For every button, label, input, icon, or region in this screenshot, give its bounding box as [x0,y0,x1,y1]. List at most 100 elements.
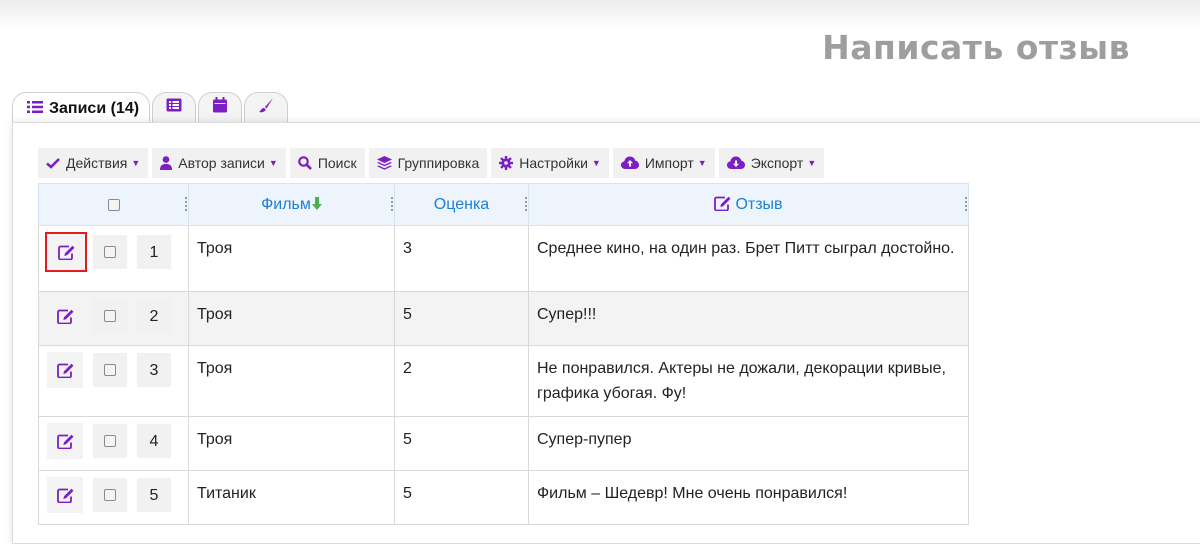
edit-row-button[interactable] [47,477,83,513]
check-icon [46,158,60,169]
table-row: 1 Троя 3 Среднее кино, на один раз. Брет… [38,225,969,292]
author-filter-button[interactable]: Автор записи ▼ [152,148,286,178]
cell-film: Троя [188,291,395,346]
cell-film: Троя [188,225,395,292]
page-title: Написать отзыв [822,28,1130,67]
row-checkbox[interactable] [104,246,116,258]
row-number: 2 [137,299,171,333]
import-button[interactable]: Импорт ▼ [612,148,715,178]
row-select-wrap [93,299,127,333]
records-table: Фильм Оценка Отзыв 1 Троя 3 Среднее кино… [38,183,969,525]
row-controls: 1 [38,225,189,292]
search-icon [298,156,312,170]
row-controls: 5 [38,470,189,525]
caret-down-icon: ▼ [591,158,601,168]
cloud-upload-icon [620,156,639,169]
row-number: 3 [137,353,171,387]
cell-film: Троя [188,416,395,471]
layers-icon [376,156,392,170]
export-label: Экспорт [750,155,804,171]
table-list-icon [166,98,182,117]
gear-icon [499,156,514,170]
cell-film: Титаник [188,470,395,525]
edit-icon [57,245,74,260]
table-row: 5 Титаник 5 Фильм – Шедевр! Мне очень по… [38,470,969,525]
cell-rating: 3 [394,225,529,292]
table-row: 4 Троя 5 Супер-пупер [38,416,969,471]
row-checkbox[interactable] [104,489,116,501]
column-review-label: Отзыв [735,195,783,213]
settings-label: Настройки [519,155,588,171]
edit-row-button[interactable] [47,298,83,334]
row-number: 5 [137,478,171,512]
edit-row-button[interactable] [47,352,83,388]
cell-rating: 5 [394,416,529,471]
cell-rating: 5 [394,470,529,525]
row-select-wrap [93,424,127,458]
column-header-review[interactable]: Отзыв [528,183,971,226]
row-number: 1 [137,235,171,269]
cell-rating: 5 [394,291,529,346]
edit-icon [56,309,73,324]
top-band [0,0,1200,28]
cell-review: Супер!!! [528,291,969,346]
row-controls: 3 [38,345,189,417]
column-header-film[interactable]: Фильм [188,183,395,226]
edit-row-button[interactable] [47,423,83,459]
cell-review: Не понравился. Актеры не дожали, декорац… [528,345,969,417]
column-header-rating[interactable]: Оценка [394,183,529,226]
tab-records-label: Записи (14) [49,100,140,117]
toolbar: Действия ▼ Автор записи ▼ Поиск Группиро… [38,148,828,178]
tab-table-view[interactable] [152,92,197,122]
edit-icon [56,363,73,378]
cell-film: Троя [188,345,395,417]
column-resize-handle[interactable] [965,197,971,211]
caret-down-icon: ▼ [131,158,141,168]
cell-review: Супер-пупер [528,416,969,471]
user-icon [160,156,173,170]
tab-design[interactable] [244,92,289,122]
cell-rating: 2 [394,345,529,417]
table-row: 3 Троя 2 Не понравился. Актеры не дожали… [38,345,969,417]
row-select-wrap [93,353,127,387]
caret-down-icon: ▼ [268,158,278,168]
column-rating-label: Оценка [433,195,490,213]
row-controls: 2 [38,291,189,346]
grouping-button[interactable]: Группировка [368,148,488,178]
actions-button[interactable]: Действия ▼ [38,148,149,178]
cell-review: Среднее кино, на один раз. Брет Питт сыг… [528,225,969,292]
row-number: 4 [137,424,171,458]
edit-icon [56,434,73,449]
row-controls: 4 [38,416,189,471]
row-checkbox[interactable] [104,310,116,322]
caret-down-icon: ▼ [807,158,817,168]
edit-icon [714,196,731,211]
row-checkbox[interactable] [104,435,116,447]
edit-row-button[interactable] [45,232,87,272]
author-filter-label: Автор записи [178,155,265,171]
search-button[interactable]: Поиск [289,148,365,178]
brush-icon [258,97,274,118]
edit-icon [56,488,73,503]
export-button[interactable]: Экспорт ▼ [718,148,825,178]
column-film-label: Фильм [261,195,311,213]
actions-label: Действия [66,155,128,171]
settings-button[interactable]: Настройки ▼ [491,148,609,178]
caret-down-icon: ▼ [697,158,707,168]
row-select-wrap [93,235,127,269]
row-select-wrap [93,478,127,512]
import-label: Импорт [644,155,694,171]
list-icon [27,100,43,119]
row-checkbox[interactable] [104,364,116,376]
grouping-label: Группировка [397,155,480,171]
tab-bar: Записи (14) [12,92,290,125]
sort-down-arrow-icon [311,196,322,210]
tab-records[interactable]: Записи (14) [12,92,151,125]
table-row: 2 Троя 5 Супер!!! [38,291,969,346]
select-all-checkbox[interactable] [107,198,120,211]
select-all-header [38,183,189,226]
search-label: Поиск [317,155,357,171]
tab-calendar[interactable] [198,92,243,122]
cloud-download-icon [726,156,745,169]
table-header-row: Фильм Оценка Отзыв [38,183,971,226]
